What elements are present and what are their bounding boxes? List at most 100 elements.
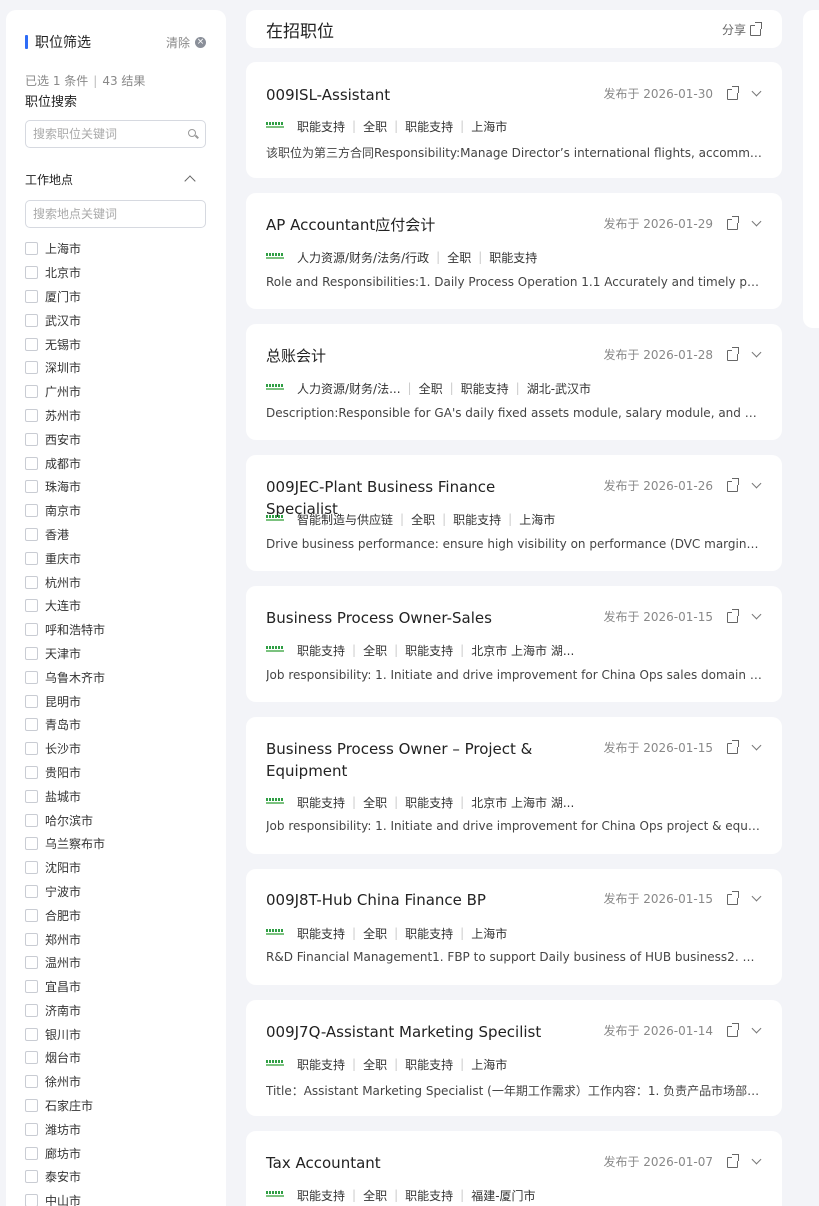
location-option[interactable]: 青岛市 xyxy=(25,713,206,737)
location-checkbox[interactable] xyxy=(25,385,38,399)
location-checkbox[interactable] xyxy=(25,242,38,256)
job-title[interactable]: 009ISL-Assistant xyxy=(266,84,390,106)
location-checkbox[interactable] xyxy=(25,313,38,327)
job-card[interactable]: 009ISL-Assistant 发布于 2026-01-30 职能支持 | 全职 | 职能… xyxy=(246,62,782,178)
location-checkbox[interactable] xyxy=(25,1194,38,1206)
location-checkbox[interactable] xyxy=(25,932,38,946)
location-option[interactable]: 成都市 xyxy=(25,451,206,475)
location-checkbox[interactable] xyxy=(25,1003,38,1017)
location-option[interactable]: 温州市 xyxy=(25,951,206,975)
location-option[interactable]: 昆明市 xyxy=(25,689,206,713)
location-option[interactable]: 烟台市 xyxy=(25,1046,206,1070)
location-checkbox[interactable] xyxy=(25,337,38,351)
share-icon[interactable] xyxy=(727,86,739,100)
location-checkbox[interactable] xyxy=(25,765,38,779)
location-checkbox[interactable] xyxy=(25,1099,38,1113)
location-checkbox[interactable] xyxy=(25,623,38,637)
job-card[interactable]: AP Accountant应付会计 发布于 2026-01-29 人力资源/财务/法… xyxy=(246,193,782,309)
location-option[interactable]: 厦门市 xyxy=(25,285,206,309)
job-search-input[interactable] xyxy=(33,127,187,141)
chevron-down-icon[interactable] xyxy=(751,740,762,750)
chevron-down-icon[interactable] xyxy=(751,1023,762,1033)
job-title[interactable]: 总账会计 xyxy=(266,345,326,367)
job-title[interactable]: 009J7Q-Assistant Marketing Specilist xyxy=(266,1021,541,1043)
location-checkbox[interactable] xyxy=(25,718,38,732)
location-checkbox[interactable] xyxy=(25,1170,38,1184)
location-checkbox[interactable] xyxy=(25,908,38,922)
location-checkbox[interactable] xyxy=(25,575,38,589)
job-title[interactable]: Tax Accountant xyxy=(266,1152,381,1174)
location-option[interactable]: 珠海市 xyxy=(25,475,206,499)
location-option[interactable]: 宁波市 xyxy=(25,880,206,904)
location-option[interactable]: 哈尔滨市 xyxy=(25,808,206,832)
location-option[interactable]: 泰安市 xyxy=(25,1165,206,1189)
location-checkbox[interactable] xyxy=(25,861,38,875)
location-checkbox[interactable] xyxy=(25,361,38,375)
location-option[interactable]: 呼和浩特市 xyxy=(25,618,206,642)
location-checkbox[interactable] xyxy=(25,599,38,613)
job-card[interactable]: 009JEC-Plant Business Finance Specialist… xyxy=(246,455,782,571)
location-checkbox[interactable] xyxy=(25,646,38,660)
location-option[interactable]: 苏州市 xyxy=(25,404,206,428)
location-option[interactable]: 南京市 xyxy=(25,499,206,523)
job-card[interactable]: 总账会计 发布于 2026-01-28 人力资源/财务/法... | 全职 | 职能支持 | 湖… xyxy=(246,324,782,440)
location-option[interactable]: 大连市 xyxy=(25,594,206,618)
job-card[interactable]: 009J8T-Hub China Finance BP 发布于 2026-01-1… xyxy=(246,869,782,985)
location-search-input[interactable] xyxy=(33,207,199,221)
location-checkbox[interactable] xyxy=(25,456,38,470)
location-option[interactable]: 石家庄市 xyxy=(25,1094,206,1118)
search-icon[interactable] xyxy=(187,128,199,140)
location-option[interactable]: 乌兰察布市 xyxy=(25,832,206,856)
chevron-down-icon[interactable] xyxy=(751,1154,762,1164)
share-icon[interactable] xyxy=(727,891,739,905)
job-card[interactable]: Business Process Owner-Sales 发布于 2026-01-… xyxy=(246,586,782,702)
location-checkbox[interactable] xyxy=(25,504,38,518)
share-button[interactable]: 分享 xyxy=(722,21,762,38)
location-checkbox[interactable] xyxy=(25,527,38,541)
location-option[interactable]: 长沙市 xyxy=(25,737,206,761)
location-checkbox[interactable] xyxy=(25,1027,38,1041)
location-checkbox[interactable] xyxy=(25,956,38,970)
job-card[interactable]: Tax Accountant 发布于 2026-01-07 职能支持 | 全职 | 职能支持… xyxy=(246,1131,782,1206)
chevron-down-icon[interactable] xyxy=(751,891,762,901)
location-option[interactable]: 香港 xyxy=(25,523,206,547)
chevron-down-icon[interactable] xyxy=(751,478,762,488)
location-option[interactable]: 徐州市 xyxy=(25,1070,206,1094)
location-option[interactable]: 武汉市 xyxy=(25,308,206,332)
location-option[interactable]: 盐城市 xyxy=(25,784,206,808)
location-option[interactable]: 重庆市 xyxy=(25,546,206,570)
location-checkbox[interactable] xyxy=(25,789,38,803)
location-checkbox[interactable] xyxy=(25,480,38,494)
location-checkbox[interactable] xyxy=(25,551,38,565)
location-option[interactable]: 杭州市 xyxy=(25,570,206,594)
share-icon[interactable] xyxy=(727,347,739,361)
share-icon[interactable] xyxy=(727,216,739,230)
job-card[interactable]: Business Process Owner – Project & Equip… xyxy=(246,717,782,854)
location-option[interactable]: 乌鲁木齐市 xyxy=(25,665,206,689)
location-option[interactable]: 深圳市 xyxy=(25,356,206,380)
share-icon[interactable] xyxy=(727,478,739,492)
location-checkbox[interactable] xyxy=(25,1051,38,1065)
location-checkbox[interactable] xyxy=(25,813,38,827)
location-checkbox[interactable] xyxy=(25,742,38,756)
location-checkbox[interactable] xyxy=(25,670,38,684)
location-option[interactable]: 潍坊市 xyxy=(25,1117,206,1141)
chevron-up-icon[interactable] xyxy=(184,175,196,187)
job-card[interactable]: 009J7Q-Assistant Marketing Specilist 发布于 … xyxy=(246,1000,782,1116)
chevron-down-icon[interactable] xyxy=(751,216,762,226)
location-option[interactable]: 贵阳市 xyxy=(25,761,206,785)
location-checkbox[interactable] xyxy=(25,1122,38,1136)
location-option[interactable]: 无锡市 xyxy=(25,332,206,356)
job-title[interactable]: AP Accountant应付会计 xyxy=(266,214,435,236)
location-option[interactable]: 广州市 xyxy=(25,380,206,404)
job-title[interactable]: 009J8T-Hub China Finance BP xyxy=(266,889,486,911)
location-checkbox[interactable] xyxy=(25,1146,38,1160)
chevron-down-icon[interactable] xyxy=(751,609,762,619)
share-icon[interactable] xyxy=(727,740,739,754)
location-option[interactable]: 合肥市 xyxy=(25,903,206,927)
location-section-header[interactable]: 工作地点 xyxy=(25,170,206,188)
job-title[interactable]: Business Process Owner – Project & Equip… xyxy=(266,738,566,782)
location-option[interactable]: 沈阳市 xyxy=(25,856,206,880)
location-option[interactable]: 中山市 xyxy=(25,1189,206,1206)
location-option[interactable]: 郑州市 xyxy=(25,927,206,951)
